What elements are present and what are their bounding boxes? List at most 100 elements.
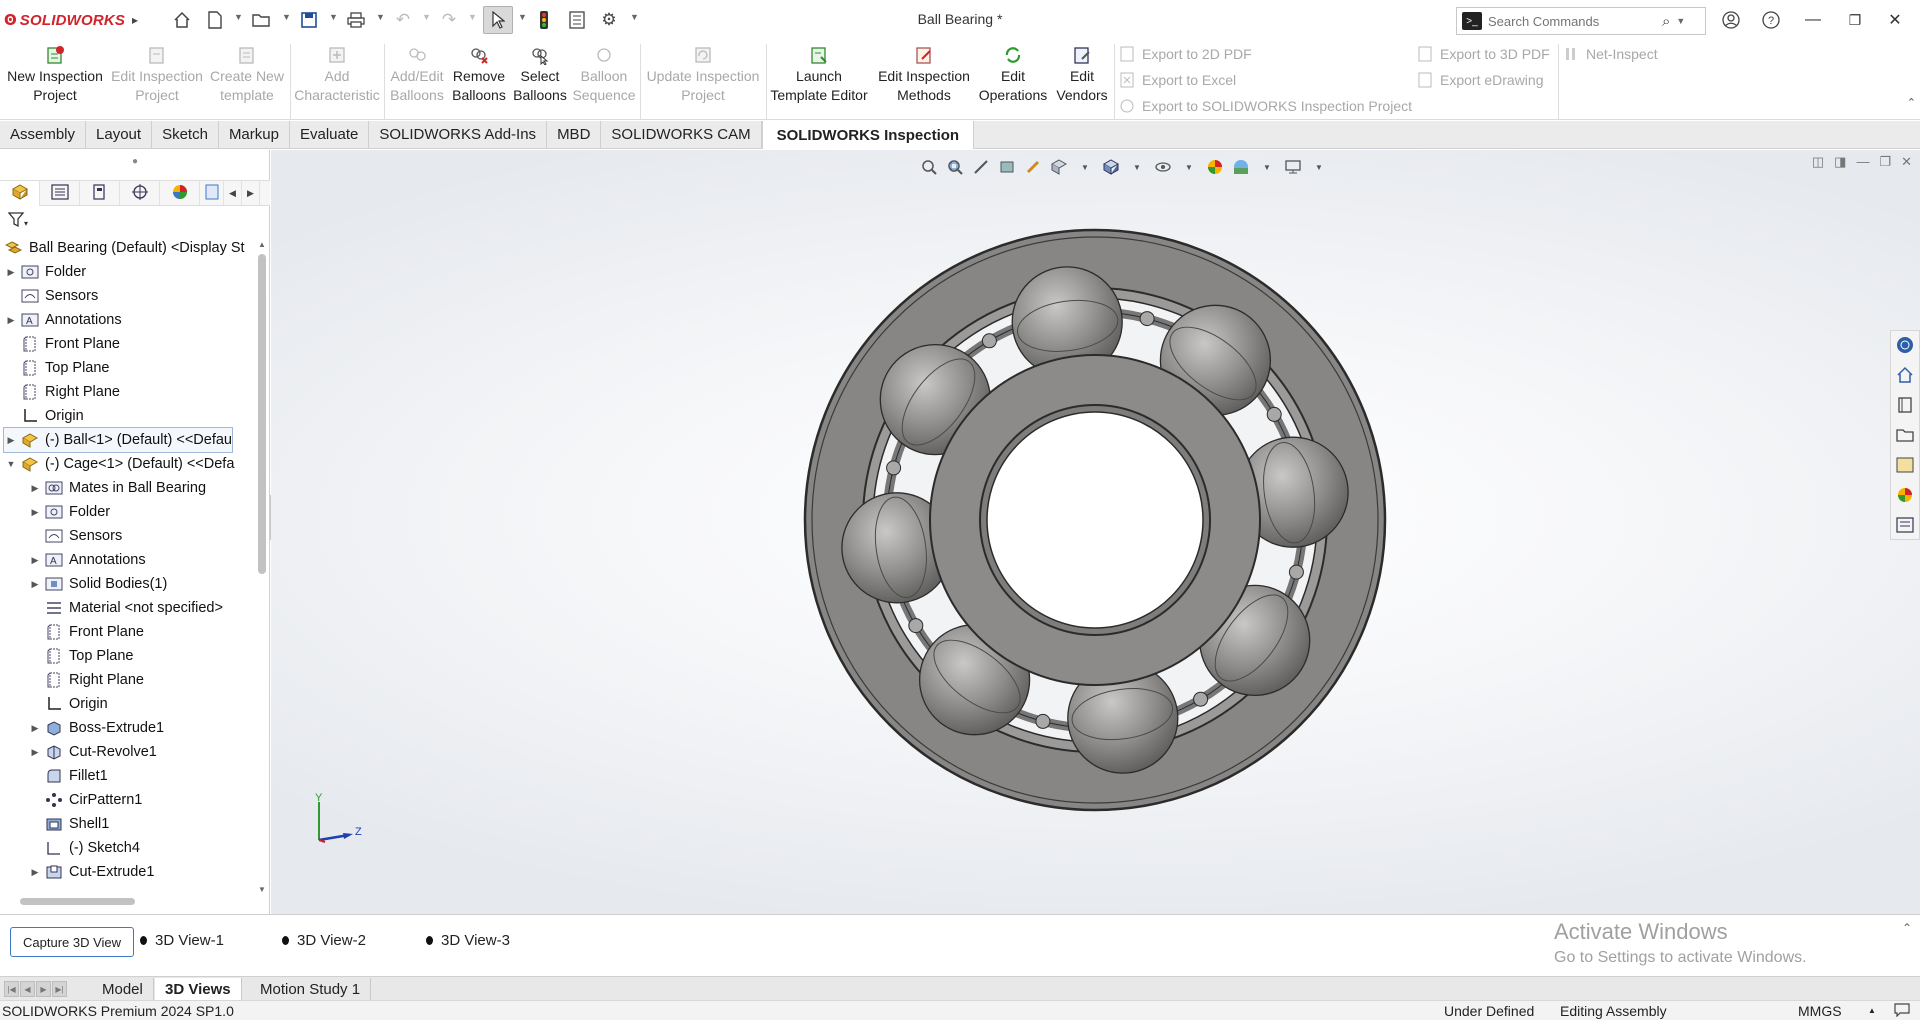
launch-template-editor-button[interactable]: Launch Template Editor <box>768 44 870 114</box>
expand-arrow-icon[interactable]: ▶ <box>28 867 42 878</box>
file-explorer-icon[interactable] <box>1895 425 1915 445</box>
tab-sketch[interactable]: Sketch <box>152 121 219 148</box>
select-dropdown-caret-icon[interactable]: ▼ <box>518 12 527 22</box>
tab-assembly[interactable]: Assembly <box>0 121 87 148</box>
tree-item[interactable]: Top Plane <box>28 644 134 668</box>
export-sw-inspection-project-button[interactable]: Export to SOLIDWORKS Inspection Project <box>1118 95 1412 117</box>
tab-solidworks-inspection[interactable]: SOLIDWORKS Inspection <box>761 121 975 149</box>
help-icon[interactable]: ? <box>1756 7 1786 33</box>
search-commands-box[interactable]: >_ ⌕ ▼ <box>1456 7 1706 35</box>
tab-mbd[interactable]: MBD <box>547 121 602 148</box>
tree-item[interactable]: Front Plane <box>28 620 144 644</box>
tree-item[interactable]: ▶ Solid Bodies(1) <box>28 572 168 596</box>
edit-inspection-project-button[interactable]: Edit Inspection Project <box>106 44 208 114</box>
tree-item[interactable]: Right Plane <box>28 668 144 692</box>
select-balloons-button[interactable]: Select Balloons <box>510 44 570 114</box>
new-document-icon[interactable] <box>204 8 226 32</box>
open-folder-icon[interactable] <box>250 8 274 32</box>
tabs-scroll-right-icon[interactable]: ▶ <box>242 181 260 206</box>
tabs-scroll-left-icon[interactable]: ◀ <box>224 181 242 206</box>
tab-markup[interactable]: Markup <box>219 121 290 148</box>
export-excel-button[interactable]: Export to Excel <box>1118 69 1236 91</box>
tree-item[interactable]: Sensors <box>4 284 98 308</box>
status-chat-icon[interactable] <box>1894 1003 1910 1020</box>
redo-dropdown-caret-icon[interactable]: ▼ <box>468 12 477 22</box>
search-dropdown-caret-icon[interactable]: ▼ <box>1676 16 1685 26</box>
minimize-window-icon[interactable]: — <box>1798 7 1828 33</box>
display-manager-tab[interactable] <box>160 181 200 206</box>
redo-icon[interactable]: ↷ <box>438 8 460 32</box>
tree-root-ball-bearing[interactable]: Ball Bearing (Default) <Display St <box>2 236 245 260</box>
add-characteristic-button[interactable]: Add Characteristic <box>292 44 382 114</box>
scrollbar-thumb[interactable] <box>258 254 266 574</box>
save-icon[interactable] <box>298 8 320 32</box>
collapse-ribbon-icon[interactable]: ⌃ <box>1907 96 1916 109</box>
units-caret-icon[interactable]: ▲ <box>1868 1006 1876 1015</box>
tab-solidworks-add-ins[interactable]: SOLIDWORKS Add-Ins <box>369 121 548 148</box>
tree-item[interactable]: Fillet1 <box>28 764 108 788</box>
edit-vendors-button[interactable]: Edit Vendors <box>1052 44 1112 114</box>
update-inspection-project-button[interactable]: Update Inspection Project <box>642 44 764 114</box>
close-window-icon[interactable]: ✕ <box>1880 7 1910 33</box>
collapse-arrow-icon[interactable]: ▼ <box>4 459 18 469</box>
tab-solidworks-cam[interactable]: SOLIDWORKS CAM <box>601 121 762 148</box>
expand-arrow-icon[interactable]: ▶ <box>4 267 18 278</box>
tree-item[interactable]: ▶ Folder <box>4 260 87 284</box>
tab-layout[interactable]: Layout <box>86 121 153 148</box>
tree-item[interactable]: Origin <box>28 692 108 716</box>
balloon-sequence-button[interactable]: Balloon Sequence <box>570 44 638 114</box>
graphics-area[interactable]: ▼ ▼ ▼ ▼ ▼ ◫ ◨ — ❐ ✕ Y Z <box>271 150 1920 914</box>
options-dropdown-caret-icon[interactable]: ▼ <box>630 12 639 22</box>
expand-arrow-icon[interactable]: ▶ <box>28 579 42 590</box>
new-inspection-project-button[interactable]: New Inspection Project <box>4 44 106 114</box>
select-pointer-icon[interactable] <box>483 6 513 34</box>
tree-item[interactable]: ▼ (-) Cage<1> (Default) <<Defa <box>4 452 235 476</box>
3d-view-2-item[interactable]: 3D View-2 <box>282 932 366 949</box>
tree-item[interactable]: ▶ Cut-Revolve1 <box>28 740 157 764</box>
tree-item[interactable]: ▶ Mates in Ball Bearing <box>28 476 206 500</box>
expand-arrow-icon[interactable]: ▶ <box>4 315 18 326</box>
tree-item[interactable]: ▶ A Annotations <box>28 548 146 572</box>
tree-horizontal-scrollbar[interactable] <box>20 898 135 905</box>
expand-arrow-icon[interactable]: ▶ <box>28 723 42 734</box>
save-dropdown-caret-icon[interactable]: ▼ <box>329 12 338 22</box>
units-selector[interactable]: MMGS <box>1798 1003 1842 1019</box>
export-edrawing-button[interactable]: Export eDrawing <box>1416 69 1544 91</box>
home-icon[interactable] <box>170 8 194 32</box>
3d-view-3-item[interactable]: 3D View-3 <box>426 932 510 949</box>
property-manager-tab[interactable] <box>40 181 80 206</box>
collapse-panel-icon[interactable]: ⌃ <box>1902 921 1912 935</box>
3d-view-1-item[interactable]: 3D View-1 <box>140 932 224 949</box>
design-library-icon[interactable] <box>1895 395 1915 415</box>
create-new-template-button[interactable]: Create New template <box>204 44 290 114</box>
expand-arrow-icon[interactable]: ▶ <box>28 483 42 494</box>
search-input[interactable] <box>1488 13 1658 29</box>
tree-item[interactable]: Shell1 <box>28 812 109 836</box>
ball-bearing-model[interactable] <box>271 150 1920 914</box>
tree-item[interactable]: Material <not specified> <box>28 596 223 620</box>
tree-item[interactable]: Right Plane <box>4 380 120 404</box>
expand-arrow-icon[interactable]: ▶ <box>28 555 42 566</box>
export-2d-pdf-button[interactable]: Export to 2D PDF <box>1118 43 1252 65</box>
tree-item[interactable]: Front Plane <box>4 332 120 356</box>
view-palette-icon[interactable] <box>1895 455 1915 475</box>
solidworks-logo[interactable]: Ꙩ SOLIDWORKS <box>4 9 125 31</box>
tree-filter-icon[interactable]: ▾ <box>7 212 30 231</box>
restore-window-icon[interactable]: ❐ <box>1840 7 1870 33</box>
open-dropdown-caret-icon[interactable]: ▼ <box>282 12 291 22</box>
options-gear-icon[interactable]: ⚙ <box>598 8 620 32</box>
tree-item[interactable]: ▶ Cut-Extrude1 <box>28 860 155 884</box>
tree-vertical-scrollbar[interactable]: ▲ ▼ <box>256 240 268 894</box>
solidworks-resources-icon[interactable] <box>1895 335 1915 355</box>
tab-model[interactable]: Model <box>92 978 154 1000</box>
scroll-down-icon[interactable]: ▼ <box>258 885 266 894</box>
search-icon[interactable]: ⌕ <box>1662 13 1670 30</box>
expand-arrow-icon[interactable]: ▶ <box>4 435 18 446</box>
panel-grip-icon[interactable]: ● <box>132 156 138 167</box>
home-pane-icon[interactable] <box>1895 365 1915 385</box>
file-properties-icon[interactable] <box>566 8 588 32</box>
status-editing-mode[interactable]: Editing Assembly <box>1560 1003 1667 1019</box>
expand-arrow-icon[interactable]: ▶ <box>28 747 42 758</box>
undo-icon[interactable]: ↶ <box>392 8 414 32</box>
expand-arrow-icon[interactable]: ▶ <box>28 507 42 518</box>
